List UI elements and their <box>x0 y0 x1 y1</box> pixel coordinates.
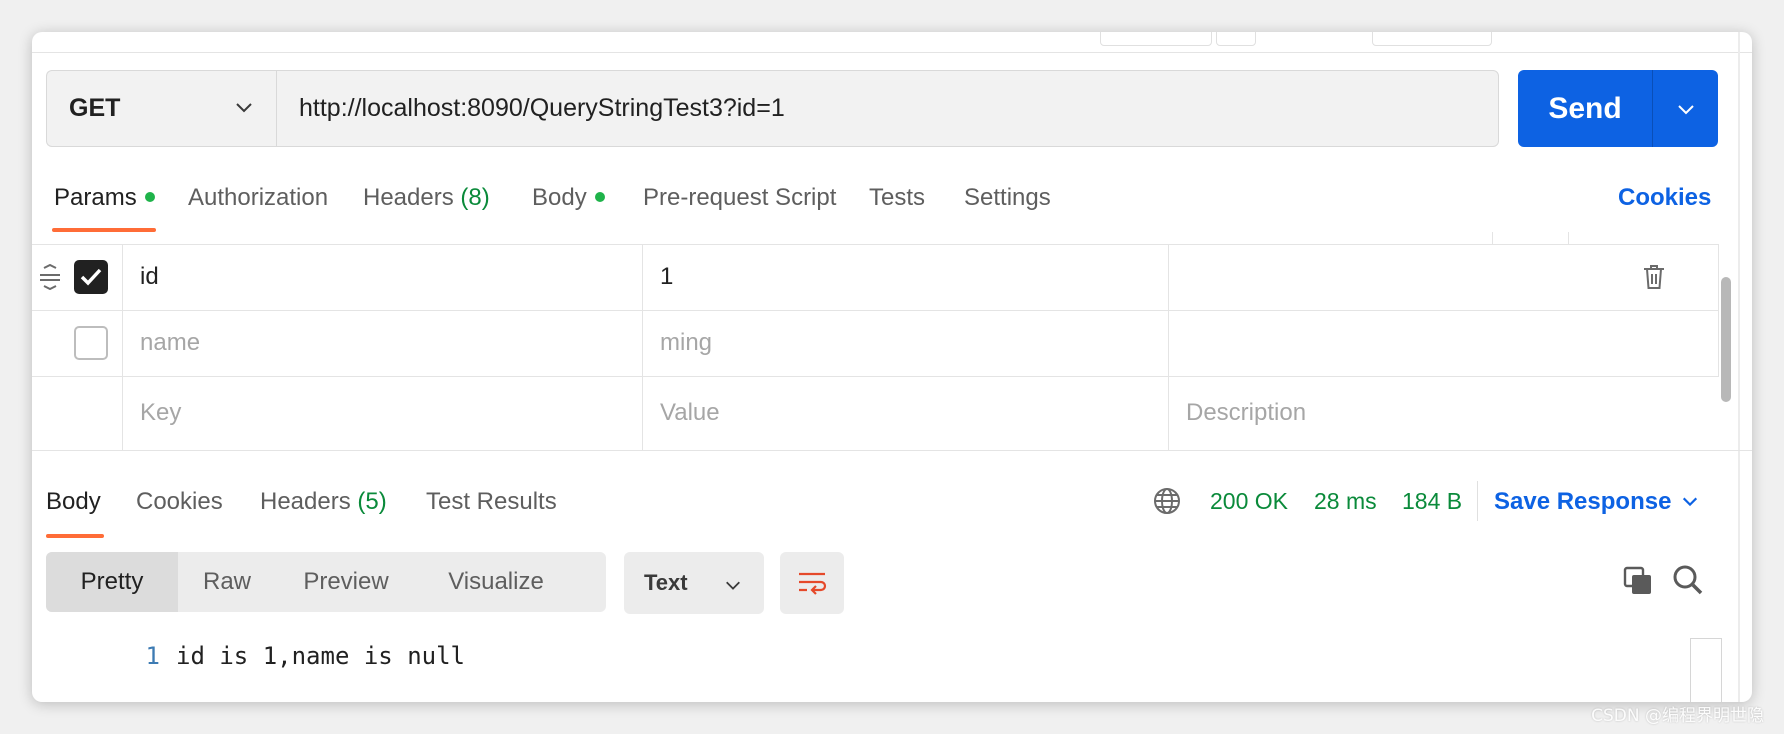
top-toolbar-strip <box>32 32 1752 53</box>
method-select[interactable]: GET <box>46 70 276 147</box>
chevron-down-icon <box>1677 104 1694 114</box>
postman-window: GET http://localhost:8090/QueryStringTes… <box>32 32 1752 702</box>
response-size[interactable]: 184 B <box>1402 488 1462 515</box>
view-mode-pretty[interactable]: Pretty <box>46 552 178 612</box>
table-row-new: Key Value Description <box>32 376 1719 450</box>
save-response-label: Save Response <box>1494 488 1672 515</box>
send-button-group: Send <box>1518 70 1718 147</box>
send-dropdown-button[interactable] <box>1653 70 1718 147</box>
check-icon <box>80 268 102 286</box>
tab-headers[interactable]: Headers (8) <box>363 184 490 212</box>
tab-params-label: Params <box>54 184 137 211</box>
tab-tests-label: Tests <box>869 184 926 211</box>
tab-authorization-label: Authorization <box>188 184 329 211</box>
param-description[interactable] <box>1168 244 1618 310</box>
status-code[interactable]: 200 OK <box>1210 488 1288 515</box>
chevron-down-icon <box>726 581 740 590</box>
response-body-editor[interactable]: 1 id is 1,name is null <box>32 636 1732 686</box>
editor-minimap <box>1690 638 1722 702</box>
view-mode-group: Pretty Raw Preview Visualize <box>46 552 606 612</box>
new-value-input[interactable]: Value <box>642 376 1168 450</box>
tab-pre-request-script-label: Pre-request Script <box>643 184 837 211</box>
new-description-input[interactable]: Description <box>1168 376 1618 450</box>
params-indicator-dot <box>144 191 155 202</box>
response-tab-headers-count: (5) <box>357 488 387 515</box>
trash-icon[interactable] <box>1642 263 1666 291</box>
save-response-button[interactable]: Save Response <box>1494 488 1699 516</box>
toolbar-fragment <box>1372 32 1492 46</box>
response-divider <box>32 450 1752 451</box>
window-scroll-track <box>1738 32 1740 702</box>
response-body-text: id is 1,name is null <box>176 642 465 670</box>
format-select[interactable]: Text <box>624 552 764 614</box>
params-scrollbar[interactable] <box>1721 277 1731 402</box>
cookies-link[interactable]: Cookies <box>1618 184 1711 212</box>
new-key-input[interactable]: Key <box>122 376 642 450</box>
tab-settings-label: Settings <box>964 184 1051 211</box>
param-checkbox[interactable] <box>74 326 108 360</box>
url-input[interactable]: http://localhost:8090/QueryStringTest3?i… <box>276 70 1499 147</box>
wrap-lines-button[interactable] <box>780 552 844 614</box>
param-description[interactable] <box>1168 310 1618 376</box>
line-number: 1 <box>145 642 160 670</box>
method-label: GET <box>69 94 121 122</box>
tab-body-label: Body <box>532 184 587 211</box>
header-divider <box>1492 232 1493 244</box>
param-value[interactable]: ming <box>642 310 1168 376</box>
tab-headers-count: (8) <box>460 184 490 211</box>
view-mode-raw[interactable]: Raw <box>178 552 276 612</box>
drag-handle-icon[interactable] <box>38 264 62 290</box>
tab-body[interactable]: Body <box>532 184 605 212</box>
active-request-tab-indicator <box>52 228 156 232</box>
chevron-down-icon <box>1683 497 1698 506</box>
param-key[interactable]: name <box>122 310 642 376</box>
chevron-down-icon <box>236 103 252 113</box>
tab-authorization[interactable]: Authorization <box>188 184 328 212</box>
format-label: Text <box>644 570 688 595</box>
wrap-lines-icon <box>799 572 827 595</box>
tab-settings[interactable]: Settings <box>964 184 1051 212</box>
status-separator <box>1477 481 1478 521</box>
param-value[interactable]: 1 <box>642 244 1168 310</box>
view-mode-visualize[interactable]: Visualize <box>416 552 576 612</box>
toolbar-fragment <box>1216 32 1256 46</box>
tab-tests[interactable]: Tests <box>869 184 925 212</box>
response-time[interactable]: 28 ms <box>1314 488 1377 515</box>
search-icon[interactable] <box>1672 564 1704 596</box>
response-tab-headers[interactable]: Headers (5) <box>260 488 387 516</box>
tab-headers-label: Headers <box>363 184 454 211</box>
view-mode-preview[interactable]: Preview <box>276 552 416 612</box>
response-tab-cookies[interactable]: Cookies <box>136 488 223 516</box>
send-button[interactable]: Send <box>1518 70 1652 147</box>
table-row: id 1 <box>32 244 1719 311</box>
tab-params[interactable]: Params <box>54 184 155 212</box>
url-text: http://localhost:8090/QueryStringTest3?i… <box>299 94 785 122</box>
params-table: id 1 name ming Key Value Description <box>32 232 1719 450</box>
body-indicator-dot <box>594 191 605 202</box>
watermark: CSDN @编程界明世隐 <box>1591 706 1764 726</box>
tab-pre-request-script[interactable]: Pre-request Script <box>643 184 836 212</box>
response-tab-test-results[interactable]: Test Results <box>426 488 557 516</box>
table-row: name ming <box>32 310 1719 377</box>
param-checkbox[interactable] <box>74 260 108 294</box>
toolbar-fragment <box>1100 32 1212 46</box>
copy-icon[interactable] <box>1623 566 1653 596</box>
active-response-tab-indicator <box>46 534 104 538</box>
response-tab-headers-label: Headers <box>260 488 351 515</box>
header-divider <box>1568 232 1569 244</box>
param-key[interactable]: id <box>122 244 642 310</box>
globe-icon[interactable] <box>1152 486 1182 516</box>
response-tab-body[interactable]: Body <box>46 488 101 516</box>
